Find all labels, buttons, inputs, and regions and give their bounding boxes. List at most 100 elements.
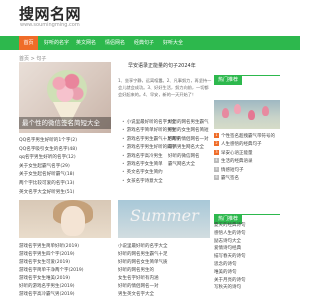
tulip-illustration <box>248 110 255 120</box>
bullet-icon: • <box>122 161 125 167</box>
list-item[interactable]: 游戏名字男生简单好听(2019) <box>19 243 111 251</box>
list-item[interactable]: QQ名字男生好听的1个字(2) <box>19 137 111 146</box>
list-item[interactable]: 英文名字大全好听男生(51) <box>19 189 111 198</box>
left-article-list: QQ名字男生好听的1个字(2) QQ名字吸引女生的名字(48) qq名字男生好听… <box>19 137 111 197</box>
face-illustration <box>61 206 85 236</box>
rank-badge: 2 <box>214 141 219 147</box>
rank-badge: 6 <box>214 174 219 180</box>
list-item-label[interactable]: 游戏名字女生简单 <box>127 162 163 167</box>
list-item[interactable]: 5 情感短句子 <box>214 166 280 175</box>
list-item[interactable]: • 英文名字女生简约 <box>122 169 208 177</box>
list-item[interactable]: 6 霸气签名 <box>214 174 280 183</box>
bottom-middle-list: 小说里最好听的名字大全 好听的网名男生霸气十足 好听的网名女生简单气质 好听的网… <box>118 243 210 299</box>
list-item[interactable]: 夏天的经典诗句 <box>214 222 280 230</box>
list-item[interactable]: 关于女生起霸气名字(29) <box>19 163 111 172</box>
bullet-icon: • <box>122 136 125 142</box>
sidebar-hot-list-2: 夏天的经典诗句 感悟人生的诗句 励志诗句大全 爱情诗句经典 描写春天的诗句 思念… <box>214 222 280 292</box>
list-item-label[interactable]: 霸气签名 <box>221 176 239 181</box>
list-item[interactable]: 好听的情侣网名一对 <box>168 136 212 144</box>
tulip-illustration <box>234 104 241 114</box>
bullet-icon: • <box>122 120 125 125</box>
list-item-label[interactable]: 女孩名字诗意大全 <box>127 179 163 184</box>
list-item[interactable]: 写秋天的诗句 <box>214 284 280 292</box>
bullet-icon: • <box>122 178 125 184</box>
list-item[interactable]: 2 人生感悟的经典句子 <box>214 141 280 149</box>
list-item[interactable]: 思念的诗句 <box>214 261 280 269</box>
list-item[interactable]: 4 生活的经典语录 <box>214 158 280 166</box>
article-summary: 1、坐享宁静，远离喧嚣。2、凡事努力，再坚持一会儿就会成功。3、好好生活，努力向… <box>118 78 212 97</box>
nav-item-collection[interactable]: 好听大全 <box>161 36 185 50</box>
list-item[interactable]: 游戏名字女生可爱(2019) <box>19 259 111 267</box>
list-item[interactable]: 描写春天的诗句 <box>214 253 280 261</box>
middle-article-list-right: 好听的网名男生霸气 好听的女生网名简短 好听的情侣网名一对 最新男生网名大全 好… <box>168 119 212 169</box>
list-item[interactable]: 游戏名字简单干净两个字(2019) <box>19 267 111 275</box>
breadcrumb: 首页 > 句子 <box>19 56 47 62</box>
hero-image[interactable]: 最个性的微信签名简短大全 <box>19 62 111 133</box>
bullet-icon: • <box>122 145 125 151</box>
list-item[interactable]: 好听的情侣网名一对 <box>118 283 210 291</box>
rank-badge: 3 <box>214 149 219 155</box>
list-item[interactable]: 感悟人生的诗句 <box>214 230 280 238</box>
list-item[interactable]: QQ名字吸引女生的名字(48) <box>19 146 111 155</box>
list-item[interactable]: 好听的网名男生霸气十足 <box>118 251 210 259</box>
list-item[interactable]: 3 早安心语正能量 <box>214 149 280 158</box>
list-item[interactable]: 游戏名字高冷霸气男(2019) <box>19 291 111 299</box>
list-item[interactable]: 好听的网名男生霸气 <box>168 119 212 127</box>
nav-item-names[interactable]: 好听的名字 <box>44 36 69 50</box>
list-item[interactable]: 唯美的诗句 <box>214 269 280 277</box>
list-item[interactable]: 霸气网名大全 <box>168 161 212 169</box>
list-item[interactable]: 好听的网名女生简单气质 <box>118 259 210 267</box>
list-item[interactable]: 男生英文名字大全 <box>118 291 210 299</box>
list-item[interactable]: qq名字男生好听的名字(12) <box>19 154 111 163</box>
nav-item-couple-names[interactable]: 情侣网名 <box>103 36 127 50</box>
list-item[interactable]: 游戏名字女生唯美(2019) <box>19 275 111 283</box>
list-item[interactable]: 好听的游戏名字男生(2019) <box>19 283 111 291</box>
list-item-label[interactable]: 个性签名超拽霸气带符号的 <box>221 134 275 139</box>
list-item[interactable]: 1 个性签名超拽霸气带符号的 <box>214 133 280 141</box>
list-item[interactable]: 女生名字好听有内涵 <box>118 275 210 283</box>
bullet-icon: • <box>122 153 125 159</box>
sidebar-heading-hot: 热门推荐 <box>214 66 280 85</box>
list-item[interactable]: 好听的微信网名 <box>168 153 212 161</box>
list-item-label[interactable]: 英文名字女生简约 <box>127 170 163 175</box>
site-header: 搜网名网 www.soumingming.com <box>0 0 300 36</box>
list-item-label[interactable]: 早安心语正能量 <box>221 151 253 156</box>
article-title[interactable]: 早安语录正能量的句子2024年 <box>128 62 196 69</box>
site-logo-url: www.soumingming.com <box>20 22 80 28</box>
sidebar-image[interactable] <box>214 100 280 129</box>
sidebar-heading-label: 热门推荐 <box>214 75 243 85</box>
bullet-icon: • <box>122 128 125 134</box>
list-item-label[interactable]: 人生感悟的经典句子 <box>221 142 262 147</box>
list-item[interactable]: 小说里最好听的名字大全 <box>118 243 210 251</box>
list-item-label[interactable]: 生活的经典语录 <box>221 159 253 164</box>
list-item[interactable]: 两个字比较可爱的名字(13) <box>19 180 111 189</box>
list-item[interactable]: 爱情诗句经典 <box>214 245 280 253</box>
nav-item-english-names[interactable]: 英文网名 <box>74 36 98 50</box>
summer-image[interactable]: Summer <box>118 200 210 238</box>
tulip-illustration <box>222 108 229 118</box>
list-item[interactable]: 关于女生起名好听霸气(18) <box>19 171 111 180</box>
list-item[interactable]: 游戏名字男生四个字(2019) <box>19 251 111 259</box>
anime-girl-image[interactable] <box>19 200 111 238</box>
list-item[interactable]: 好听的女生网名简短 <box>168 127 212 135</box>
summer-word: Summer <box>130 206 199 225</box>
rank-badge: 5 <box>214 166 219 172</box>
list-item-label[interactable]: 情感短句子 <box>221 168 244 173</box>
sidebar-heading-hot-2: 热门推荐 <box>214 205 280 224</box>
list-item[interactable]: 关于月亮的诗句 <box>214 277 280 285</box>
main-nav: 首页 好听的名字 英文网名 情侣网名 经典句子 好听大全 <box>0 36 300 50</box>
list-item[interactable]: 最新男生网名大全 <box>168 144 212 152</box>
bullet-icon: • <box>122 170 125 176</box>
list-item[interactable]: • 女孩名字诗意大全 <box>122 178 208 186</box>
hero-caption[interactable]: 最个性的微信签名简短大全 <box>19 117 111 129</box>
nav-item-sentences[interactable]: 经典句子 <box>132 36 156 50</box>
tulip-illustration <box>262 106 269 116</box>
list-item-label[interactable]: 游戏名字高冷男生 <box>127 154 163 159</box>
site-logo-title[interactable]: 搜网名网 <box>19 3 81 24</box>
nav-item-home[interactable]: 首页 <box>19 36 38 50</box>
rank-badge: 4 <box>214 158 219 164</box>
sidebar-hot-list: 1 个性签名超拽霸气带符号的 2 人生感悟的经典句子 3 早安心语正能量 4 生活的经典… <box>214 133 280 183</box>
bottom-left-list: 游戏名字男生简单好听(2019) 游戏名字男生四个字(2019) 游戏名字女生可… <box>19 243 111 299</box>
list-item[interactable]: 好听的网名男生的 <box>118 267 210 275</box>
list-item[interactable]: 励志诗句大全 <box>214 238 280 246</box>
